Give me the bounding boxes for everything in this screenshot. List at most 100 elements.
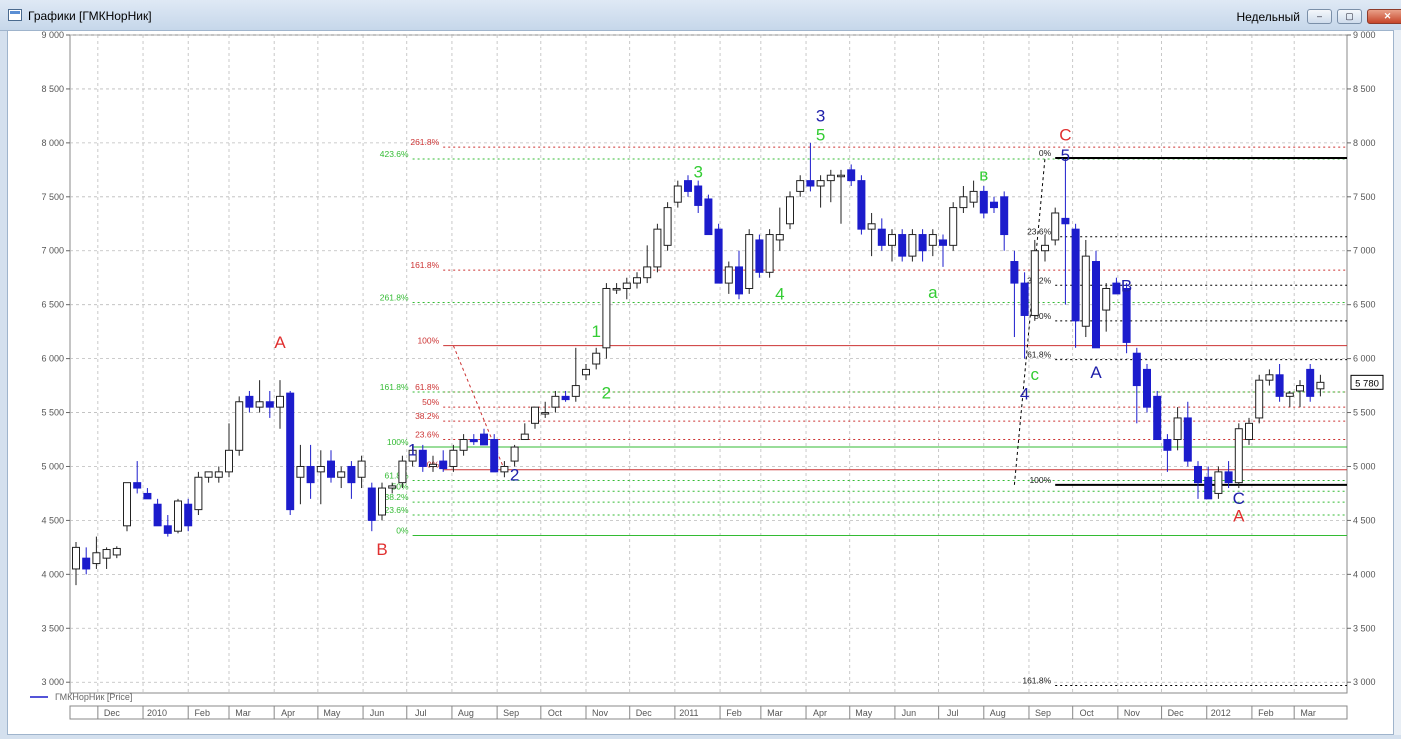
candle-body <box>316 465 325 473</box>
wave-label: 1 <box>591 322 600 341</box>
candle-body <box>1275 374 1284 397</box>
fib-level-label: 38.2% <box>415 411 440 421</box>
fib-level-label: 261.8% <box>380 293 409 303</box>
x-tick-label: Jun <box>902 708 917 718</box>
candle-body <box>918 234 927 252</box>
y-tick-label-right: 7 500 <box>1353 192 1376 202</box>
candle-body <box>112 547 121 556</box>
candle-body <box>388 485 397 489</box>
y-tick-label-right: 8 000 <box>1353 138 1376 148</box>
x-tick-label: Oct <box>1080 708 1095 718</box>
x-tick-label: Feb <box>1258 708 1274 718</box>
candle-body <box>490 439 499 473</box>
candle-body <box>429 463 437 467</box>
candle-body <box>816 180 825 187</box>
fib-level-label: 100% <box>1029 475 1051 485</box>
candle-body <box>939 239 947 246</box>
candle-body <box>704 198 713 236</box>
candle-body <box>1030 250 1039 316</box>
candle-body <box>979 190 988 214</box>
y-tick-label-right: 5 500 <box>1353 408 1376 418</box>
candle-body <box>1163 439 1172 451</box>
wave-label: 1 <box>408 441 417 460</box>
x-tick-label: Jul <box>415 708 427 718</box>
candle-body <box>622 282 631 289</box>
x-tick-label: Feb <box>194 708 210 718</box>
y-tick-label-right: 8 500 <box>1353 84 1376 94</box>
candle-body <box>1020 282 1029 316</box>
fib-level-label: 61.8% <box>415 382 440 392</box>
candle-body <box>684 180 692 192</box>
y-tick-label-right: 3 500 <box>1353 623 1376 633</box>
wave-label: 4 <box>1020 385 1029 404</box>
wave-label: A <box>1090 363 1102 382</box>
wave-label: A <box>274 333 286 352</box>
fib-level-label: 100% <box>387 437 409 447</box>
candle-body <box>612 287 621 291</box>
candle-body <box>582 368 590 376</box>
candle-body <box>439 460 448 470</box>
fib-level-label: 0% <box>1039 148 1052 158</box>
candle-body <box>877 228 886 246</box>
x-tick-label: 2010 <box>147 708 167 718</box>
candle-body <box>143 492 152 500</box>
wave-label: 3 <box>693 162 702 181</box>
candle-body <box>1122 287 1131 343</box>
wave-label: 4 <box>775 284 784 303</box>
y-tick-label-left: 7 000 <box>41 246 64 256</box>
candle-body <box>1112 282 1121 295</box>
fib-level-label: 23.6% <box>415 430 440 440</box>
y-tick-label-right: 4 000 <box>1353 569 1376 579</box>
candle-body <box>1296 385 1304 392</box>
x-tick-label: May <box>323 708 341 718</box>
wave-label: A <box>1233 506 1245 525</box>
candle-body <box>541 412 550 415</box>
candle-body <box>653 228 662 268</box>
candle-body <box>1092 261 1100 349</box>
candle-body <box>724 266 733 284</box>
x-tick-label: 2011 <box>679 708 698 718</box>
x-tick-label: May <box>855 708 873 718</box>
candle-body <box>592 352 601 365</box>
candle-body <box>235 401 244 451</box>
candle-body <box>1071 228 1080 322</box>
fib-level-label: 0% <box>396 526 409 536</box>
fib-level-label: 161.8% <box>380 382 409 392</box>
candle-body <box>1306 368 1315 397</box>
price-chart[interactable]: 3 000 3 000 3 500 3 500 4 000 4 000 4 500 4 500… <box>0 0 1401 739</box>
x-tick-label: Jul <box>947 708 959 718</box>
candle-body <box>1214 471 1223 494</box>
candle-body <box>694 185 703 206</box>
candle-body <box>378 487 386 516</box>
candle-body <box>449 449 458 467</box>
wave-label: B <box>376 540 387 559</box>
y-tick-label-right: 4 500 <box>1353 515 1376 525</box>
x-tick-label: Oct <box>548 708 563 718</box>
y-tick-label-right: 6 000 <box>1353 354 1376 364</box>
x-tick-label: Aug <box>458 708 474 718</box>
plot-area <box>69 34 1348 694</box>
candle-body <box>1285 392 1294 397</box>
candle-body <box>82 557 91 570</box>
y-tick-label-right: 3 000 <box>1353 677 1376 687</box>
y-tick-label-left: 4 000 <box>41 569 64 579</box>
x-tick-label: Aug <box>990 708 1006 718</box>
candle-body <box>990 201 998 209</box>
candle-body <box>520 433 529 441</box>
candle-body <box>357 460 366 478</box>
candle-body <box>327 460 335 478</box>
candle-body <box>184 503 193 527</box>
fib-level-label: 261.8% <box>410 137 439 147</box>
candle-body <box>1234 428 1243 484</box>
candle-body <box>714 228 723 284</box>
fib-level-label: 23.6% <box>1027 227 1052 237</box>
x-tick-label: Apr <box>813 708 827 718</box>
fib-level-label: 161.8% <box>410 260 439 270</box>
candle-body <box>1224 471 1233 484</box>
candle-body <box>1132 352 1141 387</box>
candle-body <box>337 471 346 478</box>
candle-body <box>867 223 876 230</box>
candle-body <box>571 385 580 397</box>
candle-body <box>673 185 682 203</box>
fib-level-label: 100% <box>417 336 439 346</box>
